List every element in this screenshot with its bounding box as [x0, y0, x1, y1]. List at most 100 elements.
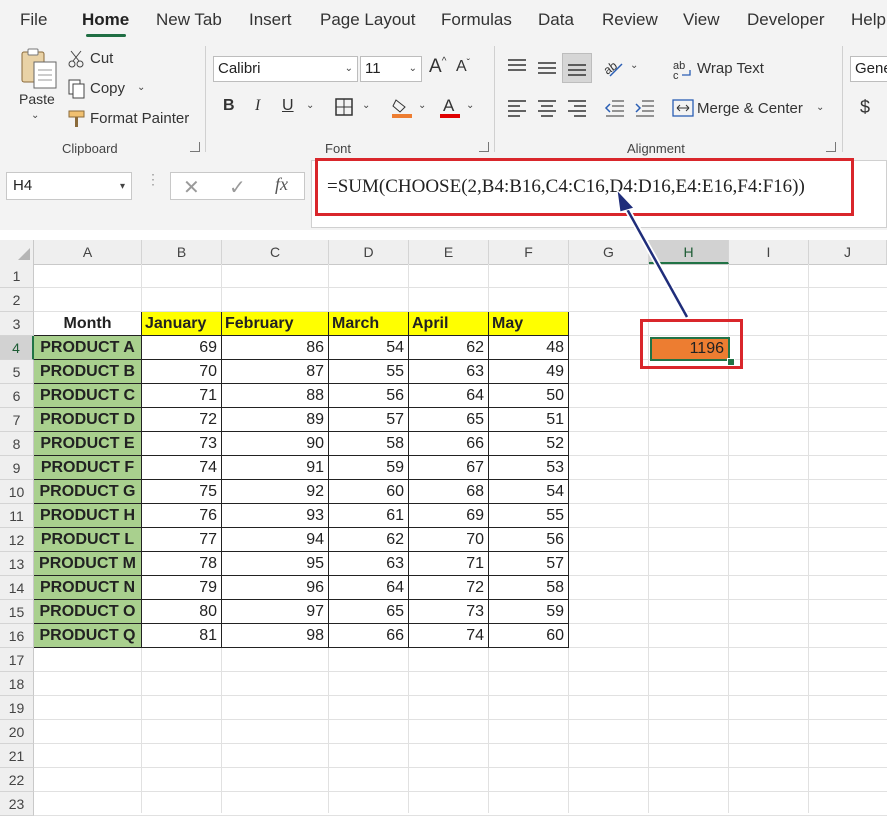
align-center-icon[interactable]	[536, 97, 558, 119]
currency-format-button[interactable]: $	[860, 97, 870, 118]
format-painter-button[interactable]: Format Painter	[90, 110, 189, 127]
value-cell[interactable]: 77	[142, 528, 222, 552]
borders-dropdown-icon[interactable]: ⌄	[362, 100, 370, 111]
increase-font-size-icon[interactable]: A^	[429, 56, 446, 78]
row-header-23[interactable]: 23	[0, 792, 34, 816]
align-right-icon[interactable]	[566, 97, 588, 119]
cut-button[interactable]: Cut	[90, 50, 113, 67]
value-cell[interactable]: 49	[489, 360, 569, 384]
fill-color-dropdown-icon[interactable]: ⌄	[418, 100, 426, 111]
decrease-indent-icon[interactable]	[604, 97, 626, 119]
row-header-19[interactable]: 19	[0, 696, 34, 720]
value-cell[interactable]: 74	[142, 456, 222, 480]
value-cell[interactable]: 50	[489, 384, 569, 408]
orientation-icon[interactable]: ab	[601, 56, 626, 80]
value-cell[interactable]: 59	[329, 456, 409, 480]
row-header-11[interactable]: 11	[0, 504, 34, 528]
value-cell[interactable]: 71	[142, 384, 222, 408]
column-header-e[interactable]: E	[409, 240, 489, 264]
column-header-a[interactable]: A	[34, 240, 142, 264]
value-cell[interactable]: 72	[142, 408, 222, 432]
column-header-f[interactable]: F	[489, 240, 569, 264]
value-cell[interactable]: 56	[489, 528, 569, 552]
table-header-month-name[interactable]: March	[329, 312, 409, 336]
value-cell[interactable]: 90	[222, 432, 329, 456]
menu-data[interactable]: Data	[538, 0, 574, 40]
menu-file[interactable]: File	[20, 0, 47, 40]
value-cell[interactable]: 94	[222, 528, 329, 552]
table-header-month-name[interactable]: April	[409, 312, 489, 336]
value-cell[interactable]: 67	[409, 456, 489, 480]
value-cell[interactable]: 60	[329, 480, 409, 504]
value-cell[interactable]: 97	[222, 600, 329, 624]
row-header-6[interactable]: 6	[0, 384, 34, 408]
row-header-4[interactable]: 4	[0, 336, 34, 360]
value-cell[interactable]: 79	[142, 576, 222, 600]
value-cell[interactable]: 70	[142, 360, 222, 384]
row-header-7[interactable]: 7	[0, 408, 34, 432]
row-header-16[interactable]: 16	[0, 624, 34, 648]
row-header-3[interactable]: 3	[0, 312, 34, 336]
value-cell[interactable]: 73	[142, 432, 222, 456]
value-cell[interactable]: 70	[409, 528, 489, 552]
borders-icon[interactable]	[334, 97, 354, 117]
value-cell[interactable]: 56	[329, 384, 409, 408]
value-cell[interactable]: 86	[222, 336, 329, 360]
copy-dropdown-icon[interactable]: ⌄	[137, 82, 145, 93]
value-cell[interactable]: 54	[489, 480, 569, 504]
product-cell[interactable]: PRODUCT Q	[34, 624, 142, 648]
value-cell[interactable]: 64	[409, 384, 489, 408]
menu-insert[interactable]: Insert	[249, 0, 292, 40]
paste-dropdown-icon[interactable]: ⌄	[31, 110, 39, 121]
value-cell[interactable]: 91	[222, 456, 329, 480]
font-name-select[interactable]: Calibri ⌄	[213, 56, 358, 82]
table-header-month-name[interactable]: May	[489, 312, 569, 336]
drag-handle-icon[interactable]: ⋮	[146, 172, 160, 186]
value-cell[interactable]: 51	[489, 408, 569, 432]
value-cell[interactable]: 72	[409, 576, 489, 600]
font-launcher-icon[interactable]	[479, 142, 489, 152]
value-cell[interactable]: 75	[142, 480, 222, 504]
table-header-month-name[interactable]: February	[222, 312, 329, 336]
column-header-d[interactable]: D	[329, 240, 409, 264]
menu-page-layout[interactable]: Page Layout	[320, 0, 415, 40]
value-cell[interactable]: 66	[409, 432, 489, 456]
product-cell[interactable]: PRODUCT H	[34, 504, 142, 528]
align-left-icon[interactable]	[506, 97, 528, 119]
enter-icon[interactable]: ✓	[229, 175, 246, 200]
value-cell[interactable]: 58	[489, 576, 569, 600]
product-cell[interactable]: PRODUCT O	[34, 600, 142, 624]
menu-formulas[interactable]: Formulas	[441, 0, 512, 40]
row-header-12[interactable]: 12	[0, 528, 34, 552]
row-header-5[interactable]: 5	[0, 360, 34, 384]
value-cell[interactable]: 52	[489, 432, 569, 456]
insert-function-button[interactable]: fx	[275, 174, 288, 195]
value-cell[interactable]: 60	[489, 624, 569, 648]
cut-icon[interactable]	[66, 48, 88, 70]
product-cell[interactable]: PRODUCT M	[34, 552, 142, 576]
value-cell[interactable]: 88	[222, 384, 329, 408]
value-cell[interactable]: 57	[329, 408, 409, 432]
table-header-month[interactable]: Month	[34, 312, 142, 336]
copy-button[interactable]: Copy	[90, 80, 125, 97]
value-cell[interactable]: 71	[409, 552, 489, 576]
value-cell[interactable]: 55	[489, 504, 569, 528]
row-header-13[interactable]: 13	[0, 552, 34, 576]
wrap-text-button[interactable]: Wrap Text	[697, 60, 764, 77]
product-cell[interactable]: PRODUCT E	[34, 432, 142, 456]
product-cell[interactable]: PRODUCT N	[34, 576, 142, 600]
row-header-18[interactable]: 18	[0, 672, 34, 696]
row-header-9[interactable]: 9	[0, 456, 34, 480]
row-header-17[interactable]: 17	[0, 648, 34, 672]
orientation-dropdown-icon[interactable]: ⌄	[630, 60, 638, 71]
increase-indent-icon[interactable]	[634, 97, 656, 119]
value-cell[interactable]: 95	[222, 552, 329, 576]
value-cell[interactable]: 63	[409, 360, 489, 384]
row-header-20[interactable]: 20	[0, 720, 34, 744]
product-cell[interactable]: PRODUCT A	[34, 336, 142, 360]
font-size-select[interactable]: 11 ⌄	[360, 56, 422, 82]
decrease-font-size-icon[interactable]: Aˇ	[456, 58, 470, 76]
bold-button[interactable]: B	[223, 97, 235, 115]
fill-color-icon[interactable]	[390, 96, 414, 120]
value-cell[interactable]: 89	[222, 408, 329, 432]
